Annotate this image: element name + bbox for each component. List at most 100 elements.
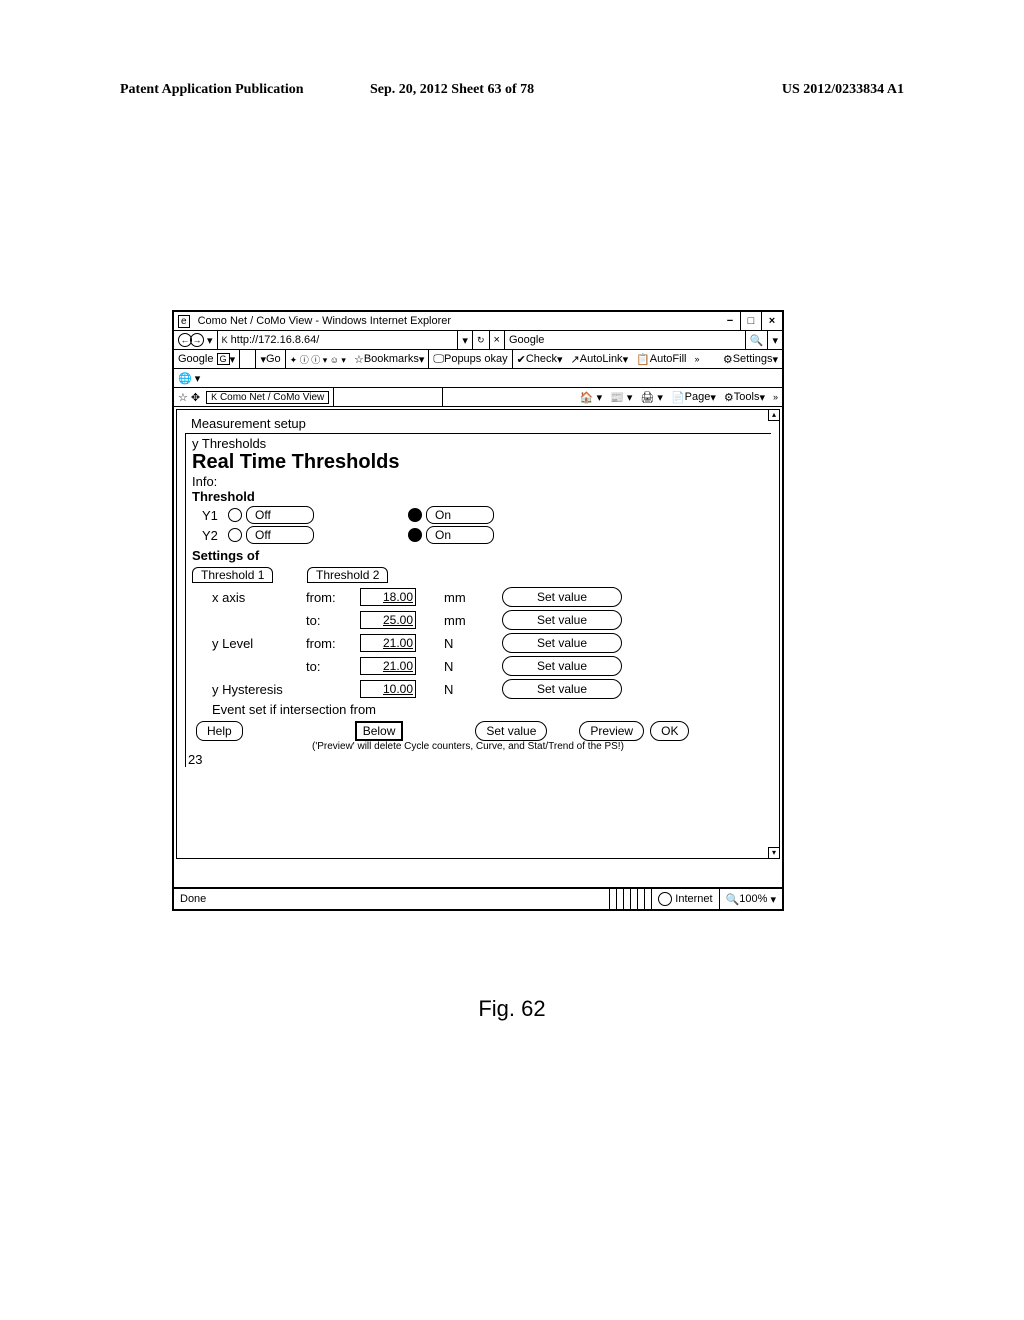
y2-off-pill[interactable]: Off bbox=[246, 526, 314, 544]
stop-button[interactable]: × bbox=[490, 331, 505, 349]
google-search-field[interactable] bbox=[240, 350, 256, 368]
site-icon: K bbox=[222, 335, 228, 345]
figure-label: Fig. 62 bbox=[0, 996, 1024, 1022]
set-value-button[interactable]: Set value bbox=[502, 610, 622, 630]
scroll-up-icon[interactable]: ▴ bbox=[768, 409, 780, 421]
y1-off-pill[interactable]: Off bbox=[246, 506, 314, 524]
preview-button[interactable]: Preview bbox=[579, 721, 644, 741]
measurement-setup-label: Measurement setup bbox=[191, 416, 771, 431]
settings-of-label: Settings of bbox=[192, 548, 765, 563]
address-bar: ← → ▾ K http://172.16.8.64/ ▾ ↻ × Google… bbox=[174, 331, 782, 350]
to-label: to: bbox=[306, 659, 356, 674]
info-label: Info: bbox=[192, 474, 765, 489]
search-dropdown-icon[interactable]: ▾ bbox=[768, 331, 782, 349]
doc-header-right: US 2012/0233834 A1 bbox=[782, 82, 904, 98]
popups-button[interactable]: 🖵 Popups okay bbox=[429, 350, 512, 368]
title-bar: e Como Net / CoMo View - Windows Interne… bbox=[174, 312, 782, 331]
maximize-button[interactable]: □ bbox=[741, 312, 762, 330]
set-value-button[interactable]: Set value bbox=[502, 679, 622, 699]
url-dropdown-icon[interactable]: ▾ bbox=[458, 331, 473, 349]
refresh-button[interactable]: ↻ bbox=[473, 331, 490, 349]
page-menu[interactable]: 📄Page ▾ bbox=[667, 388, 720, 406]
y1-on-pill[interactable]: On bbox=[426, 506, 494, 524]
aux-icon[interactable]: 🌐 ▾ bbox=[174, 369, 204, 387]
doc-header-mid: Sep. 20, 2012 Sheet 63 of 78 bbox=[370, 82, 534, 98]
bookmarks-label: Bookmarks bbox=[364, 353, 419, 365]
settings-label: Settings bbox=[733, 353, 773, 365]
favorites-icon[interactable]: ☆ ✥ bbox=[174, 388, 204, 406]
tab-threshold-1[interactable]: Threshold 1 bbox=[192, 567, 273, 583]
search-engine-label: Google bbox=[509, 334, 544, 346]
google-go-button[interactable]: ▾Go bbox=[256, 350, 285, 368]
bookmarks-button[interactable]: ☆ Bookmarks▾ bbox=[350, 350, 429, 368]
y1-on-radio[interactable] bbox=[408, 508, 422, 522]
tools-menu[interactable]: ⚙Tools ▾ bbox=[720, 388, 769, 406]
ylevel-to-input[interactable]: 21.00 bbox=[360, 657, 416, 675]
yhyst-input[interactable]: 10.00 bbox=[360, 680, 416, 698]
url-text: http://172.16.8.64/ bbox=[231, 334, 320, 346]
y2-on-radio[interactable] bbox=[408, 528, 422, 542]
url-field[interactable]: K http://172.16.8.64/ bbox=[218, 331, 459, 349]
y1-row: Y1 Off On bbox=[202, 506, 765, 524]
overflow-icon[interactable]: » bbox=[690, 350, 703, 368]
forward-icon: → bbox=[190, 333, 204, 347]
unit-n: N bbox=[444, 659, 474, 674]
ok-button[interactable]: OK bbox=[650, 721, 689, 741]
feed-button[interactable]: 📰 ▾ bbox=[606, 388, 636, 406]
preview-note: ('Preview' will delete Cycle counters, C… bbox=[312, 741, 765, 752]
zoom-value: 100% bbox=[739, 893, 767, 905]
y1-label: Y1 bbox=[202, 508, 224, 523]
google-tool-icons[interactable]: ✦ ⓘ ⓘ ▾ ☺ ▾ bbox=[286, 350, 350, 368]
from-label: from: bbox=[306, 590, 356, 605]
search-button[interactable]: 🔍 bbox=[746, 331, 769, 349]
autofill-label: AutoFill bbox=[650, 353, 687, 365]
search-field[interactable]: Google bbox=[505, 331, 746, 349]
tools-menu-label: Tools bbox=[734, 391, 760, 403]
window-title: Como Net / CoMo View - Windows Internet … bbox=[194, 312, 720, 330]
event-set-label: Event set if intersection from bbox=[212, 702, 765, 717]
y2-row: Y2 Off On bbox=[202, 526, 765, 544]
print-button[interactable]: 🖨 ▾ bbox=[636, 388, 667, 406]
doc-header-left: Patent Application Publication bbox=[120, 82, 304, 98]
popups-label: Popups okay bbox=[444, 353, 508, 365]
xaxis-to-input[interactable]: 25.00 bbox=[360, 611, 416, 629]
y1-off-radio[interactable] bbox=[228, 508, 242, 522]
ylevel-from-input[interactable]: 21.00 bbox=[360, 634, 416, 652]
autofill-button[interactable]: 📋 AutoFill bbox=[632, 350, 690, 368]
check-button[interactable]: ✔ Check ▾ bbox=[513, 350, 567, 368]
threshold-tabs: Threshold 1 Threshold 2 bbox=[192, 567, 765, 583]
google-go-label: Go bbox=[266, 353, 281, 365]
unit-n: N bbox=[444, 636, 474, 651]
xaxis-from-input[interactable]: 18.00 bbox=[360, 588, 416, 606]
home-button[interactable]: 🏠 ▾ bbox=[576, 388, 606, 406]
google-brand[interactable]: Google G▾ bbox=[174, 350, 240, 368]
set-value-button[interactable]: Set value bbox=[475, 721, 547, 741]
autolink-button[interactable]: ↗ AutoLink ▾ bbox=[567, 350, 633, 368]
y2-off-radio[interactable] bbox=[228, 528, 242, 542]
browser-window: e Como Net / CoMo View - Windows Interne… bbox=[172, 310, 784, 911]
zoom-control[interactable]: 🔍 100% ▾ bbox=[720, 889, 782, 909]
patent-header: Patent Application Publication Sep. 20, … bbox=[120, 82, 904, 98]
intersection-select[interactable]: Below bbox=[355, 721, 404, 741]
number-23: 23 bbox=[188, 752, 765, 767]
nav-back-forward[interactable]: ← → ▾ bbox=[174, 331, 218, 349]
yhyst-label: y Hysteresis bbox=[212, 682, 302, 697]
ylevel-label: y Level bbox=[212, 636, 302, 651]
unit-n: N bbox=[444, 682, 474, 697]
close-button[interactable]: × bbox=[762, 312, 782, 330]
set-value-button[interactable]: Set value bbox=[502, 587, 622, 607]
set-value-button[interactable]: Set value bbox=[502, 633, 622, 653]
settings-button[interactable]: ⚙Settings▾ bbox=[719, 350, 782, 368]
status-zone-label: Internet bbox=[675, 893, 712, 905]
to-label: to: bbox=[306, 613, 356, 628]
google-toolbar: Google G▾ ▾Go ✦ ⓘ ⓘ ▾ ☺ ▾ ☆ Bookmarks▾ 🖵… bbox=[174, 350, 782, 369]
scroll-down-icon[interactable]: ▾ bbox=[768, 847, 780, 859]
y2-on-pill[interactable]: On bbox=[426, 526, 494, 544]
set-value-button[interactable]: Set value bbox=[502, 656, 622, 676]
toolbar-overflow-icon[interactable]: » bbox=[769, 388, 782, 406]
browser-tab[interactable]: K Como Net / CoMo View bbox=[206, 391, 329, 404]
tab-threshold-2[interactable]: Threshold 2 bbox=[307, 567, 388, 583]
minimize-button[interactable]: − bbox=[720, 312, 741, 330]
status-bar: Done Internet 🔍 100% ▾ bbox=[174, 887, 782, 909]
help-button[interactable]: Help bbox=[196, 721, 243, 741]
